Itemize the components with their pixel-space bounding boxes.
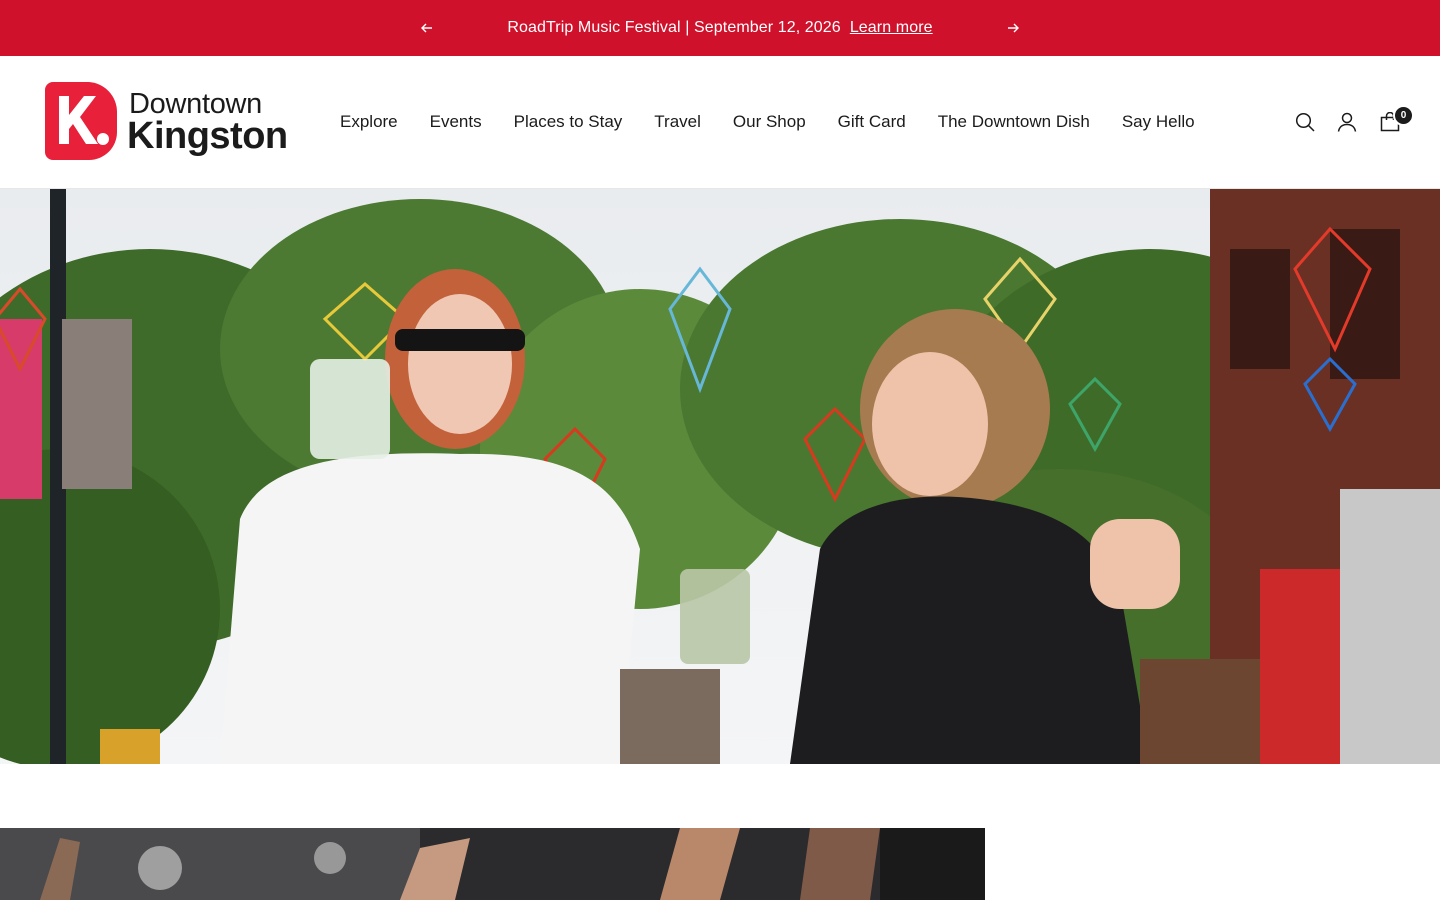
cart-count-badge: 0 <box>1393 105 1414 126</box>
announcement-next-button[interactable] <box>1001 16 1025 40</box>
account-button[interactable] <box>1335 110 1359 134</box>
nav-item-places-to-stay[interactable]: Places to Stay <box>514 112 623 132</box>
main-nav: Explore Events Places to Stay Travel Our… <box>340 56 1227 188</box>
user-icon <box>1337 112 1357 132</box>
announcement-learn-more-link[interactable]: Learn more <box>850 19 933 37</box>
nav-item-travel[interactable]: Travel <box>654 112 701 132</box>
hero-image <box>0 189 1440 764</box>
nav-item-explore[interactable]: Explore <box>340 112 398 132</box>
hero-illustration <box>0 189 1440 764</box>
nav-item-downtown-dish[interactable]: The Downtown Dish <box>938 112 1090 132</box>
site-logo[interactable]: Downtown Kingston <box>43 80 293 162</box>
site-header: Downtown Kingston Explore Events Places … <box>0 56 1440 189</box>
search-button[interactable] <box>1293 110 1317 134</box>
arrow-left-icon <box>421 23 432 33</box>
logo-line-2: Kingston <box>127 115 288 157</box>
nav-item-events[interactable]: Events <box>430 112 482 132</box>
nav-item-gift-card[interactable]: Gift Card <box>838 112 906 132</box>
section-illustration <box>0 828 985 900</box>
announcement-prev-button[interactable] <box>415 16 439 40</box>
announcement-bar: RoadTrip Music Festival | September 12, … <box>0 0 1440 56</box>
nav-item-our-shop[interactable]: Our Shop <box>733 112 806 132</box>
nav-item-say-hello[interactable]: Say Hello <box>1122 112 1195 132</box>
logo-k-mark <box>45 82 118 160</box>
search-icon <box>1295 112 1315 132</box>
announcement-message: RoadTrip Music Festival | September 12, … <box>440 0 1000 56</box>
section-image <box>0 828 985 900</box>
arrow-right-icon <box>1008 23 1019 33</box>
announcement-text: RoadTrip Music Festival | September 12, … <box>507 19 841 36</box>
